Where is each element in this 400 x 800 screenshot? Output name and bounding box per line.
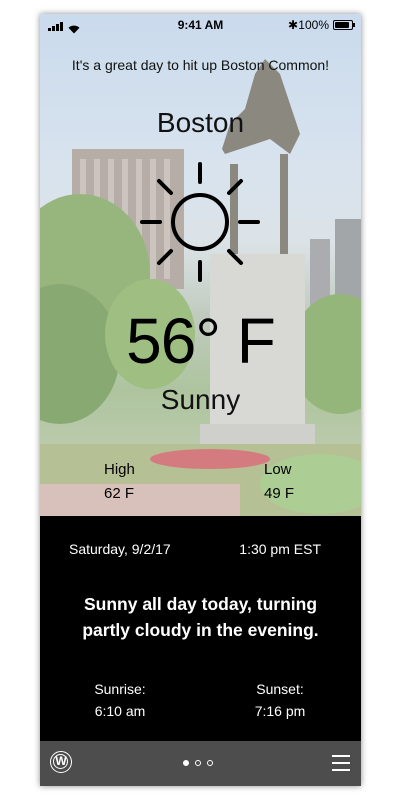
forecast-time: 1:30 pm EST xyxy=(239,541,321,557)
sun-icon xyxy=(140,162,260,282)
sunset-block: Sunset: 7:16 pm xyxy=(247,678,313,722)
hamburger-menu-icon[interactable] xyxy=(332,755,350,771)
weather-condition: Sunny xyxy=(160,384,241,415)
low-temp-block: Low 49 F xyxy=(264,458,294,506)
phone-screen: 9:41 AM ✱ 100% It's a great day to hit u… xyxy=(40,14,361,786)
high-temp-block: High 62 F xyxy=(104,458,135,506)
battery-percent: 100% xyxy=(298,18,329,32)
low-value: 49 F xyxy=(264,485,295,502)
logo-letter: W xyxy=(55,754,67,768)
bottom-bar: W xyxy=(40,741,361,786)
forecast-summary: Sunny all day today, turning partly clou… xyxy=(82,594,319,640)
high-value: 62 F xyxy=(104,485,135,502)
sunset-label: Sunset: xyxy=(256,681,304,697)
page-dot-2[interactable] xyxy=(195,760,201,766)
battery-icon xyxy=(333,20,355,30)
status-bar: 9:41 AM ✱ 100% xyxy=(40,14,361,36)
city-name: Boston xyxy=(156,107,245,138)
sunset-time: 7:16 pm xyxy=(254,703,306,719)
app-logo-icon[interactable]: W xyxy=(50,751,72,773)
tagline: It's a great day to hit up Boston Common… xyxy=(71,57,330,73)
current-temperature: 56° F xyxy=(126,305,276,377)
sunrise-block: Sunrise: 6:10 am xyxy=(90,678,150,722)
details-panel: Saturday, 9/2/17 1:30 pm EST Sunny all d… xyxy=(40,516,361,741)
bluetooth-icon: ✱ xyxy=(287,18,298,32)
high-label: High xyxy=(104,461,135,478)
page-dot-1[interactable] xyxy=(183,760,189,766)
low-label: Low xyxy=(264,461,292,478)
sunrise-label: Sunrise: xyxy=(94,681,146,697)
sunrise-time: 6:10 am xyxy=(94,703,146,719)
page-dot-3[interactable] xyxy=(207,760,213,766)
forecast-date: Saturday, 9/2/17 xyxy=(69,541,171,557)
page-indicator[interactable] xyxy=(183,760,213,766)
